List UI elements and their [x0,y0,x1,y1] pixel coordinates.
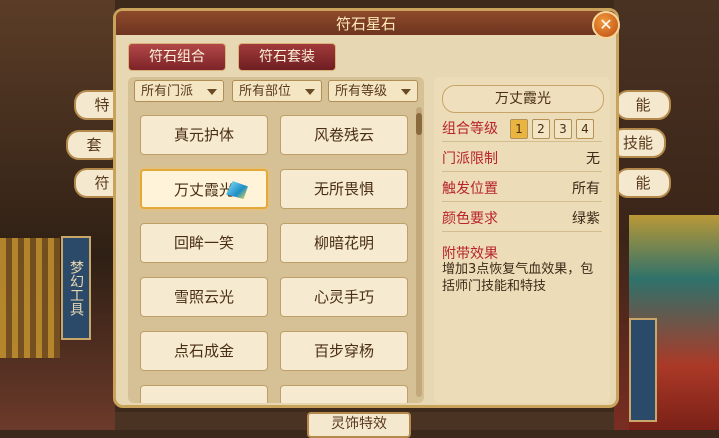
list-item[interactable]: 风卷残云 [280,115,408,155]
right-tag-1[interactable]: 能 [615,90,671,120]
right-hanging-sign [629,318,657,422]
color-label: 颜色要求 [442,211,498,227]
combo-level-row: 组合等级 1 2 3 4 [442,117,602,142]
list-item-partial[interactable] [140,385,268,403]
list-scrollbar[interactable] [416,107,422,397]
chevron-down-icon [305,89,315,95]
detail-title: 万丈霞光 [442,85,604,113]
list-item[interactable]: 无所畏惧 [280,169,408,209]
list-item-label: 万丈霞光 [173,181,234,199]
level-3-button[interactable]: 3 [554,119,572,139]
list-item[interactable]: 真元护体 [140,115,268,155]
tab-rune-set[interactable]: 符石套装 [238,43,336,71]
filter-sect-dropdown[interactable]: 所有门派 [134,80,224,102]
trigger-value: 所有 [572,181,600,197]
combo-level-label: 组合等级 [442,121,498,137]
window-title-bar: 符石星石 [116,11,616,35]
filter-sect-label: 所有门派 [141,84,194,99]
sect-value: 无 [586,151,600,167]
bottom-feature-button[interactable]: 灵饰特效 [307,412,411,438]
list-item[interactable]: 百步穿杨 [280,331,408,371]
list-item[interactable]: 雪照云光 [140,277,268,317]
filter-level-dropdown[interactable]: 所有等级 [328,80,418,102]
detail-panel: 万丈霞光 组合等级 1 2 3 4 门派限制 无 触发位置 所有 颜色要求 绿紫… [434,77,610,403]
level-1-button[interactable]: 1 [510,119,528,139]
right-tag-3[interactable]: 能 [615,168,671,198]
list-item-partial[interactable] [280,385,408,403]
list-item[interactable]: 回眸一笑 [140,223,268,263]
sect-row: 门派限制 无 [442,147,602,172]
close-icon[interactable]: ✕ [592,11,620,39]
scroll-thumb[interactable] [416,113,422,135]
list-item-selected[interactable]: 万丈霞光 [140,169,268,209]
window-title: 符石星石 [335,15,397,33]
left-scene [0,0,115,430]
sect-label: 门派限制 [442,151,498,167]
color-row: 颜色要求 绿紫 [442,207,602,232]
level-4-button[interactable]: 4 [576,119,594,139]
trigger-row: 触发位置 所有 [442,177,602,202]
level-2-button[interactable]: 2 [532,119,550,139]
combo-list: 所有门派 所有部位 所有等级 真元护体 风卷残云 万丈霞光 无所畏惧 回眸一笑 … [128,77,424,403]
chevron-down-icon [207,89,217,95]
chevron-down-icon [401,89,411,95]
list-item[interactable]: 点石成金 [140,331,268,371]
trigger-label: 触发位置 [442,181,498,197]
effect-text: 增加3点恢复气血效果，包括师门技能和特技 [442,262,594,294]
effect-label: 附带效果 [442,246,498,262]
filter-part-dropdown[interactable]: 所有部位 [232,80,322,102]
left-cabinet [0,238,60,358]
list-item[interactable]: 心灵手巧 [280,277,408,317]
rune-stone-window: 符石星石 ✕ 符石组合 符石套装 所有门派 所有部位 所有等级 真元护体 风卷残… [113,8,620,408]
tab-rune-combo[interactable]: 符石组合 [128,43,226,71]
list-item[interactable]: 柳暗花明 [280,223,408,263]
filter-part-label: 所有部位 [239,84,292,99]
left-hanging-sign: 梦幻工具 [61,236,91,340]
filter-level-label: 所有等级 [335,84,388,99]
color-value: 绿紫 [572,211,600,227]
